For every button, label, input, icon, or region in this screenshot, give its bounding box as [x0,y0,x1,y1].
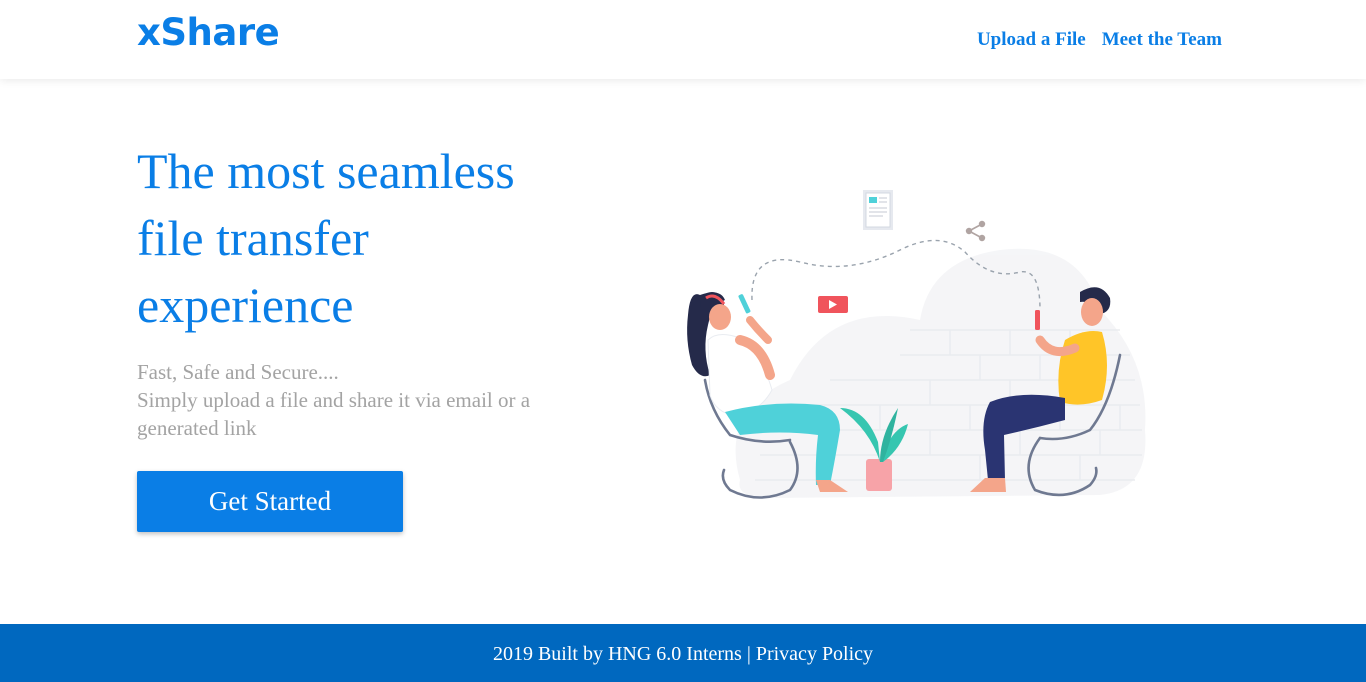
site-header: xShare Upload a File Meet the Team [0,0,1366,79]
play-icon [818,296,848,313]
share-icon [965,220,986,242]
get-started-button[interactable]: Get Started [137,471,403,532]
hero-title: The most seamless file transfer experien… [137,143,515,333]
hero-subtitle: Fast, Safe and Secure.... Simply upload … [137,358,557,442]
main-nav: Upload a File Meet the Team [977,29,1222,51]
hero-description: Simply upload a file and share it via em… [137,388,531,440]
nav-meet-team-link[interactable]: Meet the Team [1102,29,1222,51]
nav-upload-file-link[interactable]: Upload a File [977,29,1086,51]
document-icon [863,190,893,230]
footer-credits: 2019 Built by HNG 6.0 Interns [492,643,742,665]
privacy-policy-link[interactable]: Privacy Policy [756,643,873,665]
logo[interactable]: xShare [137,11,280,55]
phone-icon [1035,310,1040,330]
footer-separator: | [746,643,751,665]
site-footer: 2019 Built by HNG 6.0 Interns | Privacy … [0,624,1366,682]
hero-tagline: Fast, Safe and Secure.... [137,360,339,384]
file-sharing-illustration [687,190,1146,499]
page: xShare Upload a File Meet the Team The m… [0,0,1366,682]
